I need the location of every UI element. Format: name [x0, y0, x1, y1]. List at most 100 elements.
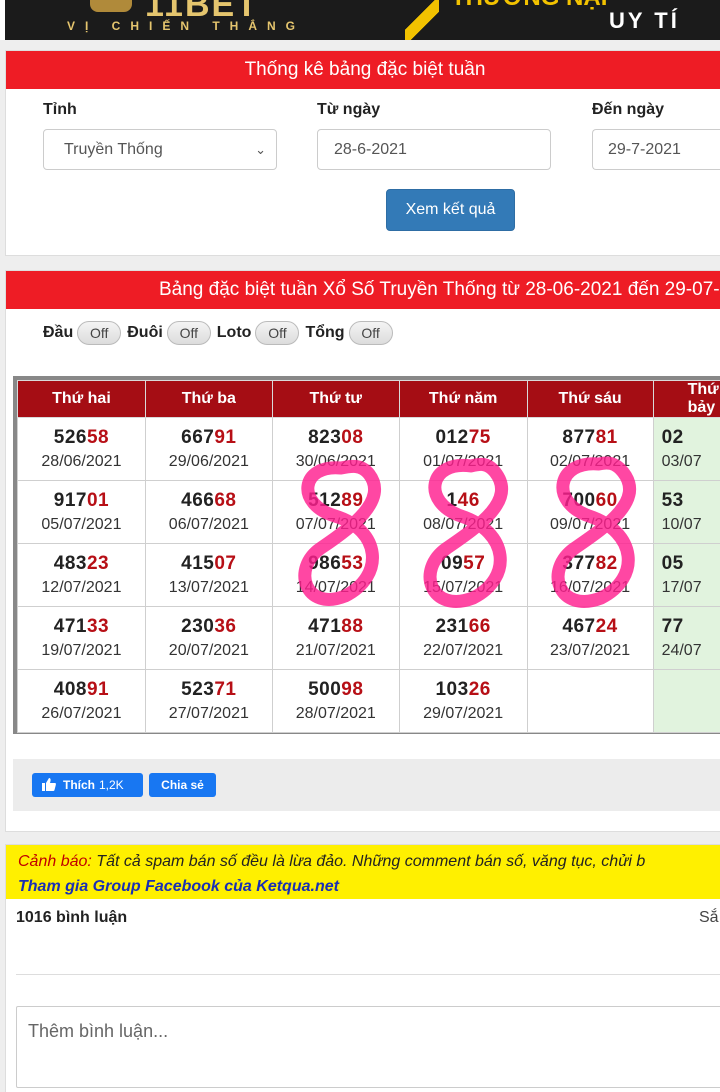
- result-number-tail: 82: [595, 553, 618, 574]
- result-number-head: 667: [181, 427, 215, 448]
- result-number-head: 471: [308, 616, 342, 637]
- result-date: 13/07/2021: [168, 579, 249, 596]
- result-number-tail: 33: [86, 616, 110, 637]
- result-number: 05: [662, 553, 720, 575]
- warning-text: Tất cả spam bán số đều là lừa đảo. Những…: [91, 853, 646, 870]
- toggle-dau[interactable]: Off: [77, 321, 122, 345]
- header-tuesday: Thứ ba: [144, 380, 273, 418]
- sort-dropdown[interactable]: Sắ: [699, 909, 719, 927]
- result-date: 16/07/2021: [550, 579, 631, 596]
- comment-count: 1016 bình luận: [16, 909, 128, 926]
- toggle-loto[interactable]: Off: [255, 321, 300, 345]
- table-header-row: Thứ hai Thứ ba Thứ tư Thứ năm Thứ sáu Th…: [17, 380, 720, 418]
- result-number-head: 77: [661, 616, 684, 637]
- result-date: 02/07/2021: [550, 453, 631, 470]
- results-table-frame: Thứ hai Thứ ba Thứ tư Thứ năm Thứ sáu Th…: [13, 376, 720, 734]
- result-number-tail: 24: [595, 616, 618, 637]
- result-number-head: 466: [181, 490, 215, 511]
- from-date-input[interactable]: 28-6-2021: [317, 129, 551, 170]
- result-number: 23036: [146, 616, 271, 638]
- result-number-tail: 88: [341, 616, 364, 637]
- facebook-share-button[interactable]: Chia sẻ: [149, 773, 216, 797]
- result-number-tail: 46: [457, 490, 480, 511]
- result-date: 01/07/2021: [423, 453, 504, 470]
- result-number: 77: [662, 616, 720, 638]
- result-cell: 82308 30/06/2021: [271, 417, 400, 481]
- result-cell: 66791 29/06/2021: [144, 417, 273, 481]
- result-number: 02: [662, 427, 720, 449]
- ad-banner[interactable]: 11BET VỊ CHIẾN THẮNG THƯỞNG NẠP UY TÍ: [0, 0, 720, 40]
- header-saturday: Thứ bảy: [652, 380, 720, 418]
- result-cell: 51289 07/07/2021: [271, 480, 400, 544]
- header-thursday: Thứ năm: [398, 380, 528, 418]
- results-panel: Bảng đặc biệt tuần Xổ Số Truyền Thống từ…: [5, 270, 720, 832]
- table-row: 48323 12/07/2021 41507 13/07/2021 98653 14/07…: [17, 543, 720, 607]
- result-number-tail: 75: [468, 427, 491, 448]
- table-row: 40891 26/07/2021 52371 27/07/2021 50098 28/07…: [17, 669, 720, 733]
- banner-right: THƯỞNG NẠP UY TÍ: [439, 0, 720, 40]
- result-date: 22/07/2021: [423, 642, 504, 659]
- result-number: 46668: [146, 490, 271, 512]
- filter-panel: Thống kê bảng đặc biệt tuần Tỉnh Truyền …: [5, 50, 720, 256]
- result-number-head: 471: [53, 616, 87, 637]
- chevron-down-icon: ⌄: [255, 142, 266, 157]
- result-number-head: 230: [181, 616, 215, 637]
- result-cell: 46668 06/07/2021: [144, 480, 273, 544]
- result-number-tail: 26: [468, 679, 491, 700]
- comment-input[interactable]: Thêm bình luận...: [16, 1006, 720, 1088]
- result-cell: 77 24/07: [652, 606, 720, 670]
- result-cell: 91701 05/07/2021: [17, 480, 146, 544]
- result-number-tail: 91: [86, 679, 110, 700]
- result-number: 01275: [400, 427, 526, 449]
- result-number-head: 986: [308, 553, 342, 574]
- to-date-input[interactable]: 29-7-2021: [592, 129, 720, 170]
- province-value: Truyền Thống: [64, 141, 163, 158]
- province-label: Tỉnh: [43, 101, 77, 118]
- toggle-tong[interactable]: Off: [348, 321, 393, 345]
- result-number-tail: 23: [86, 553, 110, 574]
- result-number-head: 877: [562, 427, 596, 448]
- result-number-tail: 60: [595, 490, 618, 511]
- result-number: 50098: [273, 679, 398, 701]
- result-number-head: 05: [661, 553, 684, 574]
- result-date: 05/07/2021: [41, 516, 122, 533]
- result-number: 48323: [18, 553, 144, 575]
- result-cell: 98653 14/07/2021: [271, 543, 400, 607]
- result-number-tail: 58: [86, 427, 110, 448]
- spam-warning: Cảnh báo: Tất cả spam bán số đều là lừa …: [6, 845, 720, 899]
- result-number-head: 526: [53, 427, 87, 448]
- result-cell: 52371 27/07/2021: [144, 669, 273, 733]
- facebook-group-link[interactable]: Tham gia Group Facebook của Ketqua.net: [18, 878, 339, 895]
- table-row: 47133 19/07/2021 23036 20/07/2021 47188 21/07…: [17, 606, 720, 670]
- result-cell: 41507 13/07/2021: [144, 543, 273, 607]
- result-date: 19/07/2021: [41, 642, 122, 659]
- result-cell: 0957 15/07/2021: [398, 543, 528, 607]
- toggle-duoi[interactable]: Off: [166, 321, 211, 345]
- filter-panel-title: Thống kê bảng đặc biệt tuần: [6, 51, 720, 89]
- result-date: 21/07/2021: [295, 642, 376, 659]
- result-number: 146: [400, 490, 526, 512]
- result-cell: 05 17/07: [652, 543, 720, 607]
- header-wednesday: Thứ tư: [271, 380, 400, 418]
- facebook-like-button[interactable]: Thích 1,2K: [32, 773, 143, 797]
- banner-stripe: [405, 0, 439, 40]
- result-date: 10/07: [661, 516, 702, 533]
- result-number-tail: 98: [341, 679, 364, 700]
- result-number: 37782: [528, 553, 652, 575]
- result-cell: 48323 12/07/2021: [17, 543, 146, 607]
- result-cell: 37782 16/07/2021: [526, 543, 654, 607]
- result-date: 24/07: [661, 642, 702, 659]
- result-cell: [652, 669, 720, 733]
- result-number-head: 483: [53, 553, 87, 574]
- results-table-body: 52658 28/06/2021 66791 29/06/2021 82308 30/06…: [17, 417, 720, 733]
- result-number-tail: 66: [468, 616, 491, 637]
- result-date: 29/06/2021: [168, 453, 249, 470]
- result-date: 28/06/2021: [41, 453, 122, 470]
- results-table: Thứ hai Thứ ba Thứ tư Thứ năm Thứ sáu Th…: [17, 380, 720, 733]
- province-select[interactable]: Truyền Thống ⌄: [43, 129, 277, 170]
- result-number-head: 53: [661, 490, 684, 511]
- view-results-button[interactable]: Xem kết quả: [386, 189, 515, 231]
- result-number: 40891: [18, 679, 144, 701]
- result-number-head: 377: [562, 553, 596, 574]
- result-number-tail: 36: [214, 616, 237, 637]
